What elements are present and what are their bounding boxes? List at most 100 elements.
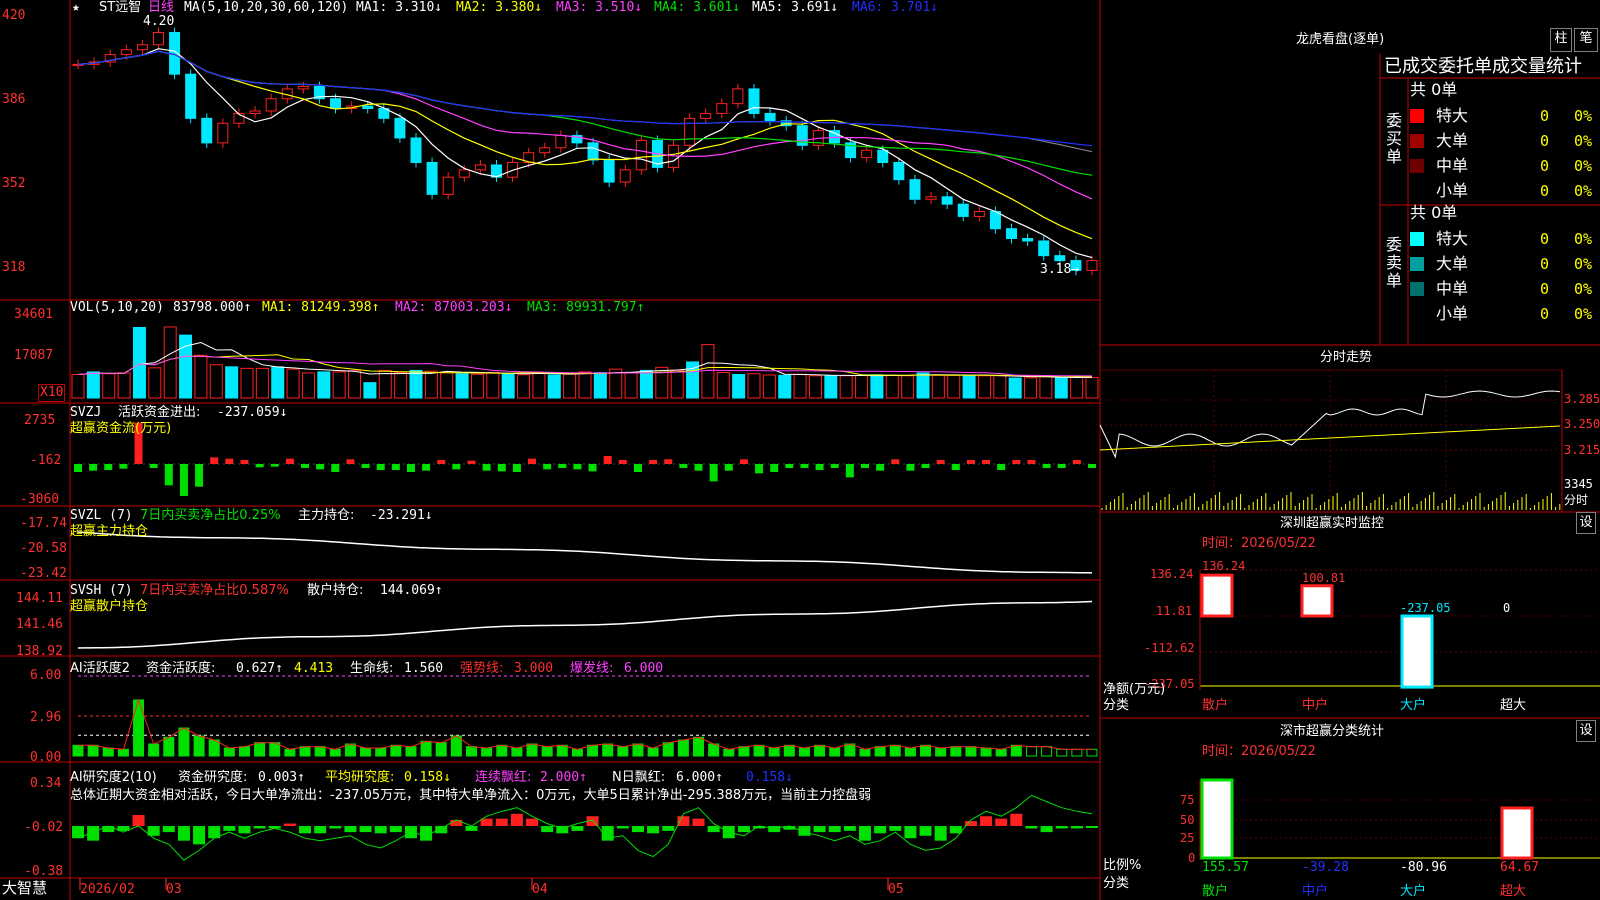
- ai2-bar: [389, 826, 402, 833]
- svzl-tick: -23.42: [20, 566, 67, 581]
- volume-bar: [578, 371, 592, 399]
- ai1-bar: [481, 747, 493, 757]
- volume-bar: [762, 374, 776, 399]
- sz-stats-time: 时间：2026/05/22: [1202, 744, 1316, 759]
- svzl-pct: 7日内买卖净占比0.25%: [140, 508, 281, 523]
- vol-ma2: MA2: 87003.203↓: [395, 300, 513, 315]
- pen-mode-button[interactable]: 笔: [1574, 28, 1598, 52]
- price-tick: 352: [2, 176, 26, 191]
- ai1-bar: [602, 743, 614, 757]
- volume-bar: [409, 369, 423, 399]
- volume-bar: [808, 375, 822, 399]
- sz-monitor-settings-button[interactable]: 设: [1576, 512, 1596, 534]
- svzj-bar: [346, 459, 355, 464]
- sz-stats-tick: 25: [1180, 831, 1195, 845]
- ai2-bar: [435, 826, 448, 834]
- svzj-bar: [1072, 460, 1081, 464]
- buy-side-char: 买: [1386, 129, 1403, 148]
- candle: [603, 159, 615, 183]
- candle: [120, 49, 132, 56]
- sell-row-value: 0: [1540, 305, 1550, 323]
- volume-bar: [102, 373, 116, 399]
- ai1-bar: [284, 748, 296, 757]
- buy-row-pct: 0%: [1574, 157, 1593, 175]
- ai2-tick: -0.38: [24, 864, 64, 879]
- sz-stats-cat: 中户: [1302, 884, 1329, 899]
- volume-bar: [271, 366, 285, 399]
- ai1-v4: 3.000: [514, 661, 554, 676]
- sz-stats-bar: [1200, 778, 1234, 860]
- ma1-value: MA1: 3.310↓: [356, 0, 443, 15]
- vol-tick: 34601: [14, 307, 54, 322]
- svzj-bar: [800, 464, 809, 468]
- sz-monitor-bar: [1300, 584, 1334, 618]
- svzj-bar: [649, 460, 658, 464]
- ai1-bar: [344, 743, 356, 757]
- sz-stats-title: 深市超赢分类统计: [1280, 724, 1385, 739]
- volume-bar: [317, 371, 331, 399]
- sell-row-pct: 0%: [1574, 230, 1593, 248]
- sz-bar-label: 0: [1503, 601, 1511, 615]
- volume-bar: [470, 373, 484, 399]
- ai1-bar: [738, 746, 750, 757]
- svzj-bar: [830, 464, 839, 468]
- ma4-line: [77, 50, 1093, 176]
- ai2-label: AI研究度2(10): [70, 770, 157, 785]
- ai1-bar: [1056, 748, 1068, 757]
- ma5-value: MA5: 3.691↓: [752, 0, 839, 15]
- svzj-bar: [709, 464, 718, 482]
- svzj-bar: [89, 464, 98, 471]
- ai1-bar: [163, 736, 175, 757]
- buy-row-pct: 0%: [1574, 107, 1593, 125]
- buy-side-char: 委: [1386, 111, 1403, 130]
- volume-bar: [363, 382, 377, 399]
- ai2-v5: 0.158↓: [746, 770, 793, 785]
- ai2-bar: [329, 826, 342, 829]
- sz-stats-settings-button[interactable]: 设: [1576, 720, 1596, 742]
- ai1-bar: [829, 747, 841, 757]
- ai1-bar: [405, 746, 417, 757]
- svsh-tick: 141.46: [16, 617, 63, 632]
- ai2-bar: [692, 818, 705, 826]
- sell-side-char: 单: [1386, 271, 1403, 290]
- candle: [957, 203, 969, 217]
- ai1-bar: [889, 744, 901, 757]
- ai1-bar: [950, 746, 962, 757]
- intraday-tick: 3.215: [1564, 443, 1600, 457]
- ai2-bar: [949, 826, 962, 834]
- candle: [764, 112, 776, 122]
- chart-canvas[interactable]: [0, 0, 1600, 900]
- sell-row-value: 0: [1540, 280, 1550, 298]
- volume-bar: [163, 326, 177, 399]
- svzj-bar: [1027, 460, 1036, 464]
- svzl-tick: -20.58: [20, 541, 67, 556]
- ai2-bar: [1010, 813, 1023, 826]
- ai1-bar: [193, 735, 205, 757]
- vol-unit-badge[interactable]: X10: [38, 384, 66, 402]
- candle: [893, 161, 905, 181]
- vol-value: 83798.000↑: [173, 300, 252, 315]
- svzj-bar: [891, 459, 900, 464]
- ai1-bar: [299, 746, 311, 757]
- ai2-bar: [1055, 826, 1068, 829]
- ai1-bar: [238, 746, 250, 757]
- svzj-bar: [679, 464, 688, 468]
- candle: [410, 137, 422, 163]
- svsh-label: SVSH (7): [70, 583, 133, 598]
- ma2-value: MA2: 3.380↓: [456, 0, 543, 15]
- volume-bar: [916, 372, 930, 399]
- candle: [1038, 240, 1050, 257]
- ai2-bar: [177, 826, 190, 841]
- ai2-bar: [995, 818, 1008, 826]
- svzj-bar: [588, 464, 597, 472]
- volume-bar: [624, 372, 638, 399]
- svsh-retail-value: 144.069↑: [380, 583, 443, 598]
- svzj-bar: [482, 464, 491, 471]
- candle: [909, 179, 921, 200]
- sell-total: 共 0单: [1410, 203, 1458, 222]
- svzj-bar: [452, 464, 461, 470]
- bar-mode-button[interactable]: 柱: [1550, 28, 1572, 52]
- volume-bar: [732, 373, 746, 399]
- svzj-bar: [301, 464, 310, 468]
- ai1-bar: [632, 743, 644, 757]
